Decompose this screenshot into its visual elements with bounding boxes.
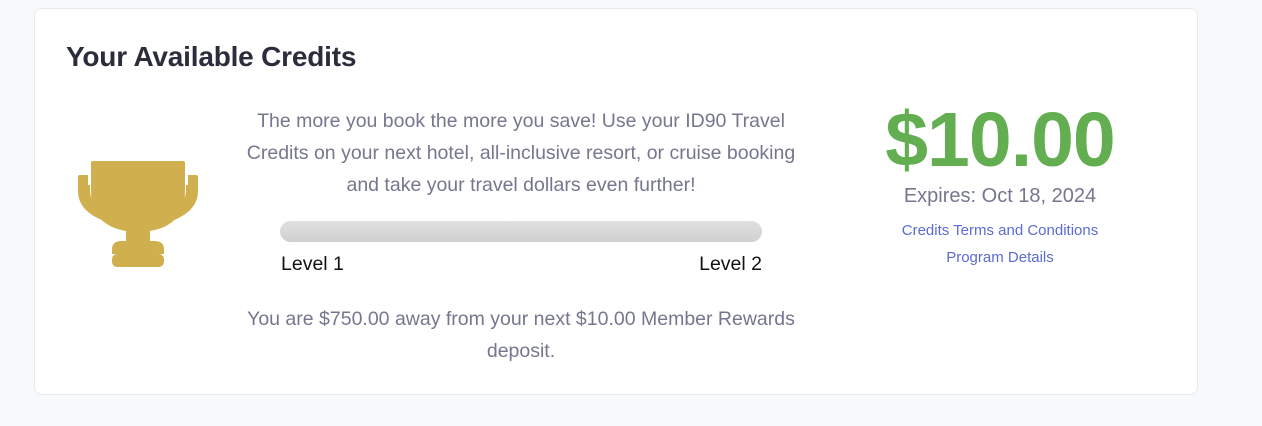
description-text: The more you book the more you save! Use… [246, 110, 796, 196]
level-end-label: Level 2 [699, 253, 762, 275]
credits-terms-link[interactable]: Credits Terms and Conditions [835, 217, 1165, 244]
level-progress-bar [280, 221, 762, 242]
credits-summary: $10.00 Expires: Oct 18, 2024 Credits Ter… [835, 97, 1165, 271]
card-title: Your Available Credits [66, 41, 357, 72]
away-message: You are $750.00 away from your next $10.… [247, 308, 795, 362]
program-details-link[interactable]: Program Details [835, 244, 1165, 271]
trophy-icon [78, 161, 198, 267]
credit-amount: $10.00 [885, 97, 1116, 183]
credits-card: Your Available Credits The more you book… [34, 8, 1198, 395]
expiry-date: Expires: Oct 18, 2024 [903, 185, 1097, 207]
level-start-label: Level 1 [281, 253, 344, 275]
credits-info: The more you book the more you save! Use… [245, 105, 797, 362]
